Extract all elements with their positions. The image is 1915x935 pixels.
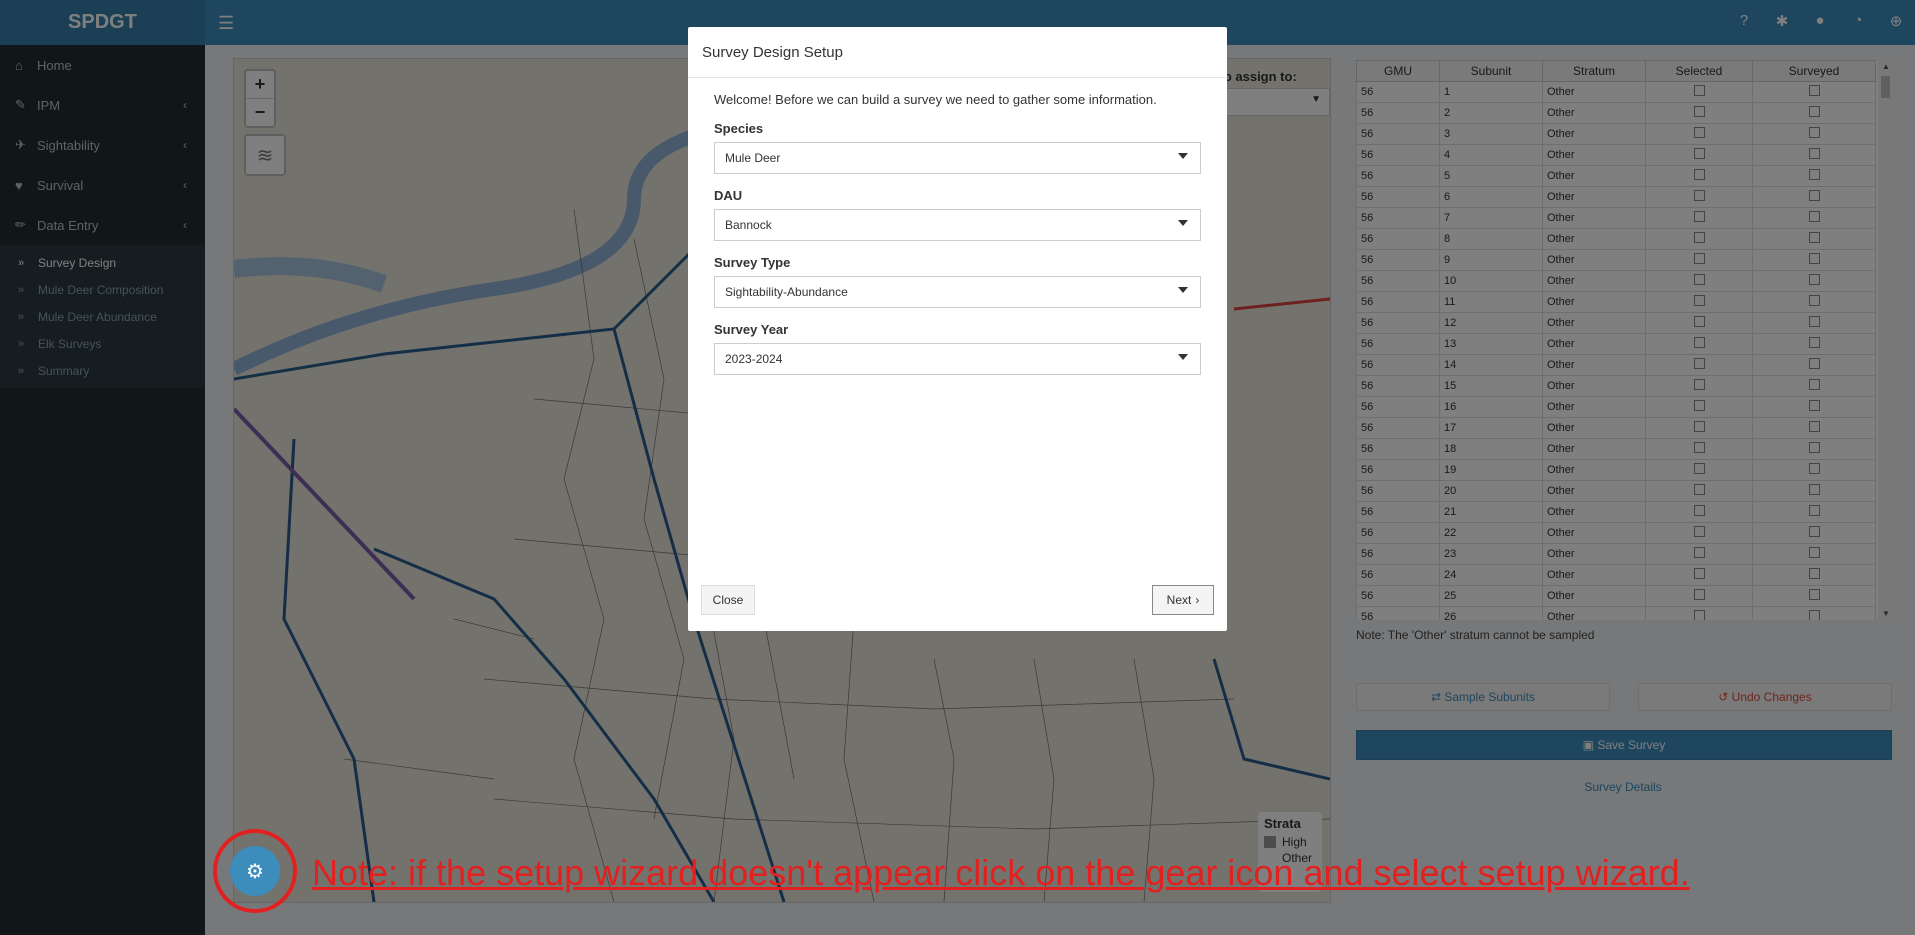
species-select[interactable]: Mule Deer (714, 142, 1201, 174)
caret-down-icon (1178, 153, 1188, 159)
close-button[interactable]: Close (701, 585, 755, 615)
next-button[interactable]: Next › (1152, 585, 1214, 615)
caret-down-icon (1178, 354, 1188, 360)
select-value: Sightability-Abundance (725, 285, 848, 299)
modal-footer: Close Next › (688, 571, 1227, 631)
survey-setup-modal: Survey Design Setup Welcome! Before we c… (688, 27, 1227, 631)
gear-highlight-circle: ⚙ (213, 829, 297, 913)
survey-year-label: Survey Year (714, 322, 789, 337)
modal-body: Welcome! Before we can build a survey we… (688, 78, 1227, 389)
select-value: Bannock (725, 218, 772, 232)
gear-icon[interactable]: ⚙ (230, 846, 280, 896)
modal-intro: Welcome! Before we can build a survey we… (714, 92, 1157, 107)
survey-type-label: Survey Type (714, 255, 791, 270)
button-label: Next (1166, 593, 1192, 607)
select-value: Mule Deer (725, 151, 781, 165)
species-label: Species (714, 121, 764, 136)
survey-year-select[interactable]: 2023-2024 (714, 343, 1201, 375)
annotation-note: Note: if the setup wizard doesn't appear… (312, 852, 1690, 893)
caret-down-icon (1178, 220, 1188, 226)
modal-title: Survey Design Setup (688, 27, 1227, 78)
survey-type-select[interactable]: Sightability-Abundance (714, 276, 1201, 308)
dau-select[interactable]: Bannock (714, 209, 1201, 241)
select-value: 2023-2024 (725, 352, 783, 366)
caret-down-icon (1178, 287, 1188, 293)
chevron-right-icon: › (1195, 593, 1200, 607)
dau-label: DAU (714, 188, 743, 203)
